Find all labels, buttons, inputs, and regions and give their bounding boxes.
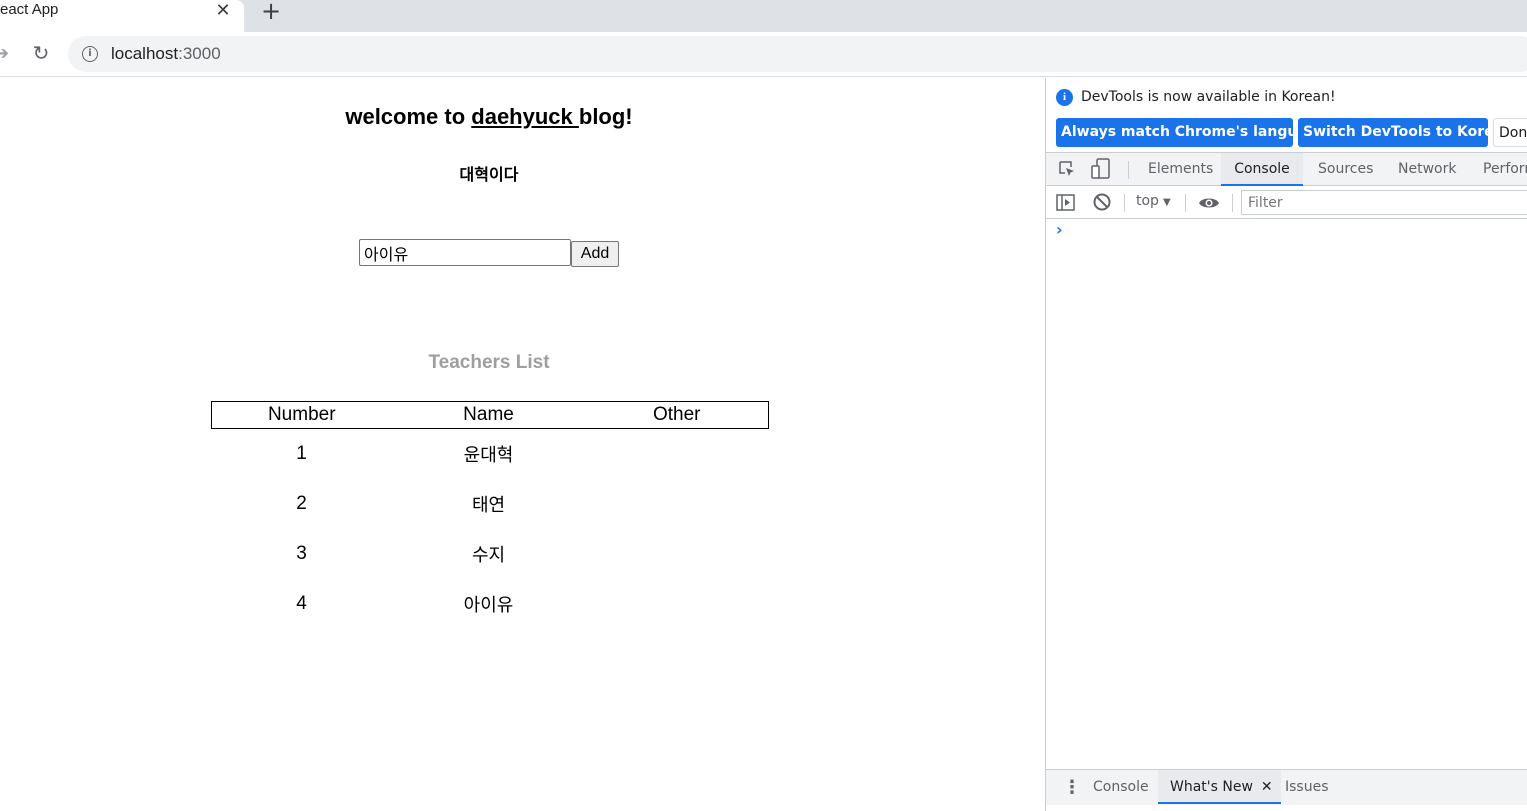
toolbar-divider bbox=[1128, 161, 1129, 179]
tab-elements[interactable]: Elements bbox=[1146, 153, 1215, 186]
page-subheading: 대혁이다 bbox=[459, 165, 519, 184]
tab-close-icon[interactable]: ✕ bbox=[213, 0, 233, 22]
teachers-table: Number Name Other 1 윤대혁 2 태연 3 수지 4 아이유 bbox=[211, 401, 769, 629]
devtools-drawer-tabs: ⋮ Console What's New ✕ Issues bbox=[1046, 769, 1527, 805]
devtools-tab-bar: Elements Console Sources Network Perform… bbox=[1046, 152, 1527, 186]
cell-name: 수지 bbox=[471, 544, 506, 566]
toolbar-divider bbox=[1232, 194, 1233, 212]
cell-other bbox=[586, 579, 769, 629]
browser-tab[interactable]: eact App ✕ bbox=[0, 0, 244, 32]
toolbar-divider bbox=[1185, 194, 1186, 212]
column-header-other: Other bbox=[652, 404, 701, 425]
reload-icon[interactable]: ↻ bbox=[29, 41, 53, 65]
add-button[interactable]: Add bbox=[571, 241, 619, 267]
cell-number: 4 bbox=[296, 592, 307, 614]
cell-name: 태연 bbox=[471, 494, 506, 516]
chevron-down-icon: ▼ bbox=[1162, 197, 1171, 208]
close-icon[interactable]: ✕ bbox=[1261, 779, 1273, 795]
console-sidebar-icon[interactable] bbox=[1056, 194, 1075, 211]
match-chrome-language-button[interactable]: Always match Chrome's language bbox=[1056, 118, 1326, 147]
tab-console[interactable]: Console bbox=[1221, 153, 1303, 186]
url-host: localhost bbox=[111, 44, 179, 63]
url-port: :3000 bbox=[178, 44, 221, 63]
inspect-element-icon[interactable] bbox=[1058, 160, 1076, 178]
heading-prefix: welcome to bbox=[345, 104, 472, 129]
cell-number: 3 bbox=[296, 542, 307, 564]
drawer-tab-console[interactable]: Console bbox=[1093, 770, 1149, 804]
table-row: 1 윤대혁 bbox=[212, 429, 769, 479]
site-info-icon[interactable]: i bbox=[82, 46, 98, 62]
dont-show-again-button[interactable]: Don't show again bbox=[1493, 118, 1527, 147]
cell-other bbox=[586, 529, 769, 579]
forward-arrow-icon[interactable]: ➔ bbox=[0, 42, 10, 66]
console-prompt-icon[interactable]: › bbox=[1056, 220, 1063, 239]
console-filter-input[interactable] bbox=[1241, 190, 1527, 215]
table-header-row: Number Name Other bbox=[211, 401, 769, 429]
page-heading: welcome to daehyuck blog! bbox=[0, 104, 978, 130]
page-content: welcome to daehyuck blog! 대혁이다 Add Teach… bbox=[0, 78, 1045, 811]
table-row: 4 아이유 bbox=[212, 579, 769, 629]
tab-sources[interactable]: Sources bbox=[1316, 153, 1375, 186]
infobar-message: DevTools is now available in Korean! bbox=[1081, 89, 1336, 105]
devtools-language-infobar: i DevTools is now available in Korean! A… bbox=[1046, 78, 1527, 152]
drawer-tab-issues[interactable]: Issues bbox=[1285, 770, 1329, 804]
heading-suffix: blog! bbox=[578, 104, 633, 129]
table-row: 2 태연 bbox=[212, 479, 769, 529]
toolbar-divider bbox=[1124, 194, 1125, 212]
devtools-panel: i DevTools is now available in Korean! A… bbox=[1045, 78, 1527, 811]
tab-performance[interactable]: Performance bbox=[1481, 153, 1527, 186]
device-toolbar-icon[interactable] bbox=[1091, 158, 1111, 180]
drawer-tab-whats-new-label: What's New bbox=[1170, 779, 1253, 795]
heading-link[interactable]: daehyuck bbox=[471, 104, 579, 129]
browser-tab-strip: eact App ✕ + bbox=[0, 0, 1527, 32]
execution-context-select[interactable]: top ▼ bbox=[1136, 193, 1171, 209]
live-expression-eye-icon[interactable] bbox=[1198, 195, 1220, 211]
new-tab-icon[interactable]: + bbox=[259, 0, 283, 23]
teachers-list-title: Teachers List bbox=[428, 352, 550, 373]
cell-other bbox=[586, 479, 769, 529]
column-header-number: Number bbox=[267, 404, 336, 425]
cell-name: 윤대혁 bbox=[463, 444, 514, 466]
info-icon: i bbox=[1056, 89, 1073, 106]
column-header-name: Name bbox=[463, 404, 514, 425]
browser-tab-title[interactable]: eact App bbox=[0, 1, 58, 18]
cell-name: 아이유 bbox=[463, 594, 514, 616]
drawer-tab-whats-new[interactable]: What's New ✕ bbox=[1158, 770, 1281, 804]
clear-console-icon[interactable] bbox=[1093, 193, 1111, 211]
cell-number: 2 bbox=[296, 492, 307, 514]
teacher-name-input[interactable] bbox=[359, 239, 571, 266]
cell-other bbox=[586, 429, 769, 479]
cell-number: 1 bbox=[296, 442, 307, 464]
browser-toolbar: ➔ ↻ i localhost:3000 bbox=[0, 32, 1527, 77]
url-text[interactable]: localhost:3000 bbox=[111, 44, 221, 64]
context-value: top bbox=[1136, 193, 1159, 209]
drawer-menu-icon[interactable]: ⋮ bbox=[1063, 778, 1081, 798]
tab-network[interactable]: Network bbox=[1396, 153, 1458, 186]
table-row: 3 수지 bbox=[212, 529, 769, 579]
switch-to-korean-button[interactable]: Switch DevTools to Korean bbox=[1298, 118, 1513, 147]
console-toolbar: top ▼ bbox=[1046, 186, 1527, 219]
address-bar[interactable]: i localhost:3000 bbox=[68, 36, 1527, 72]
